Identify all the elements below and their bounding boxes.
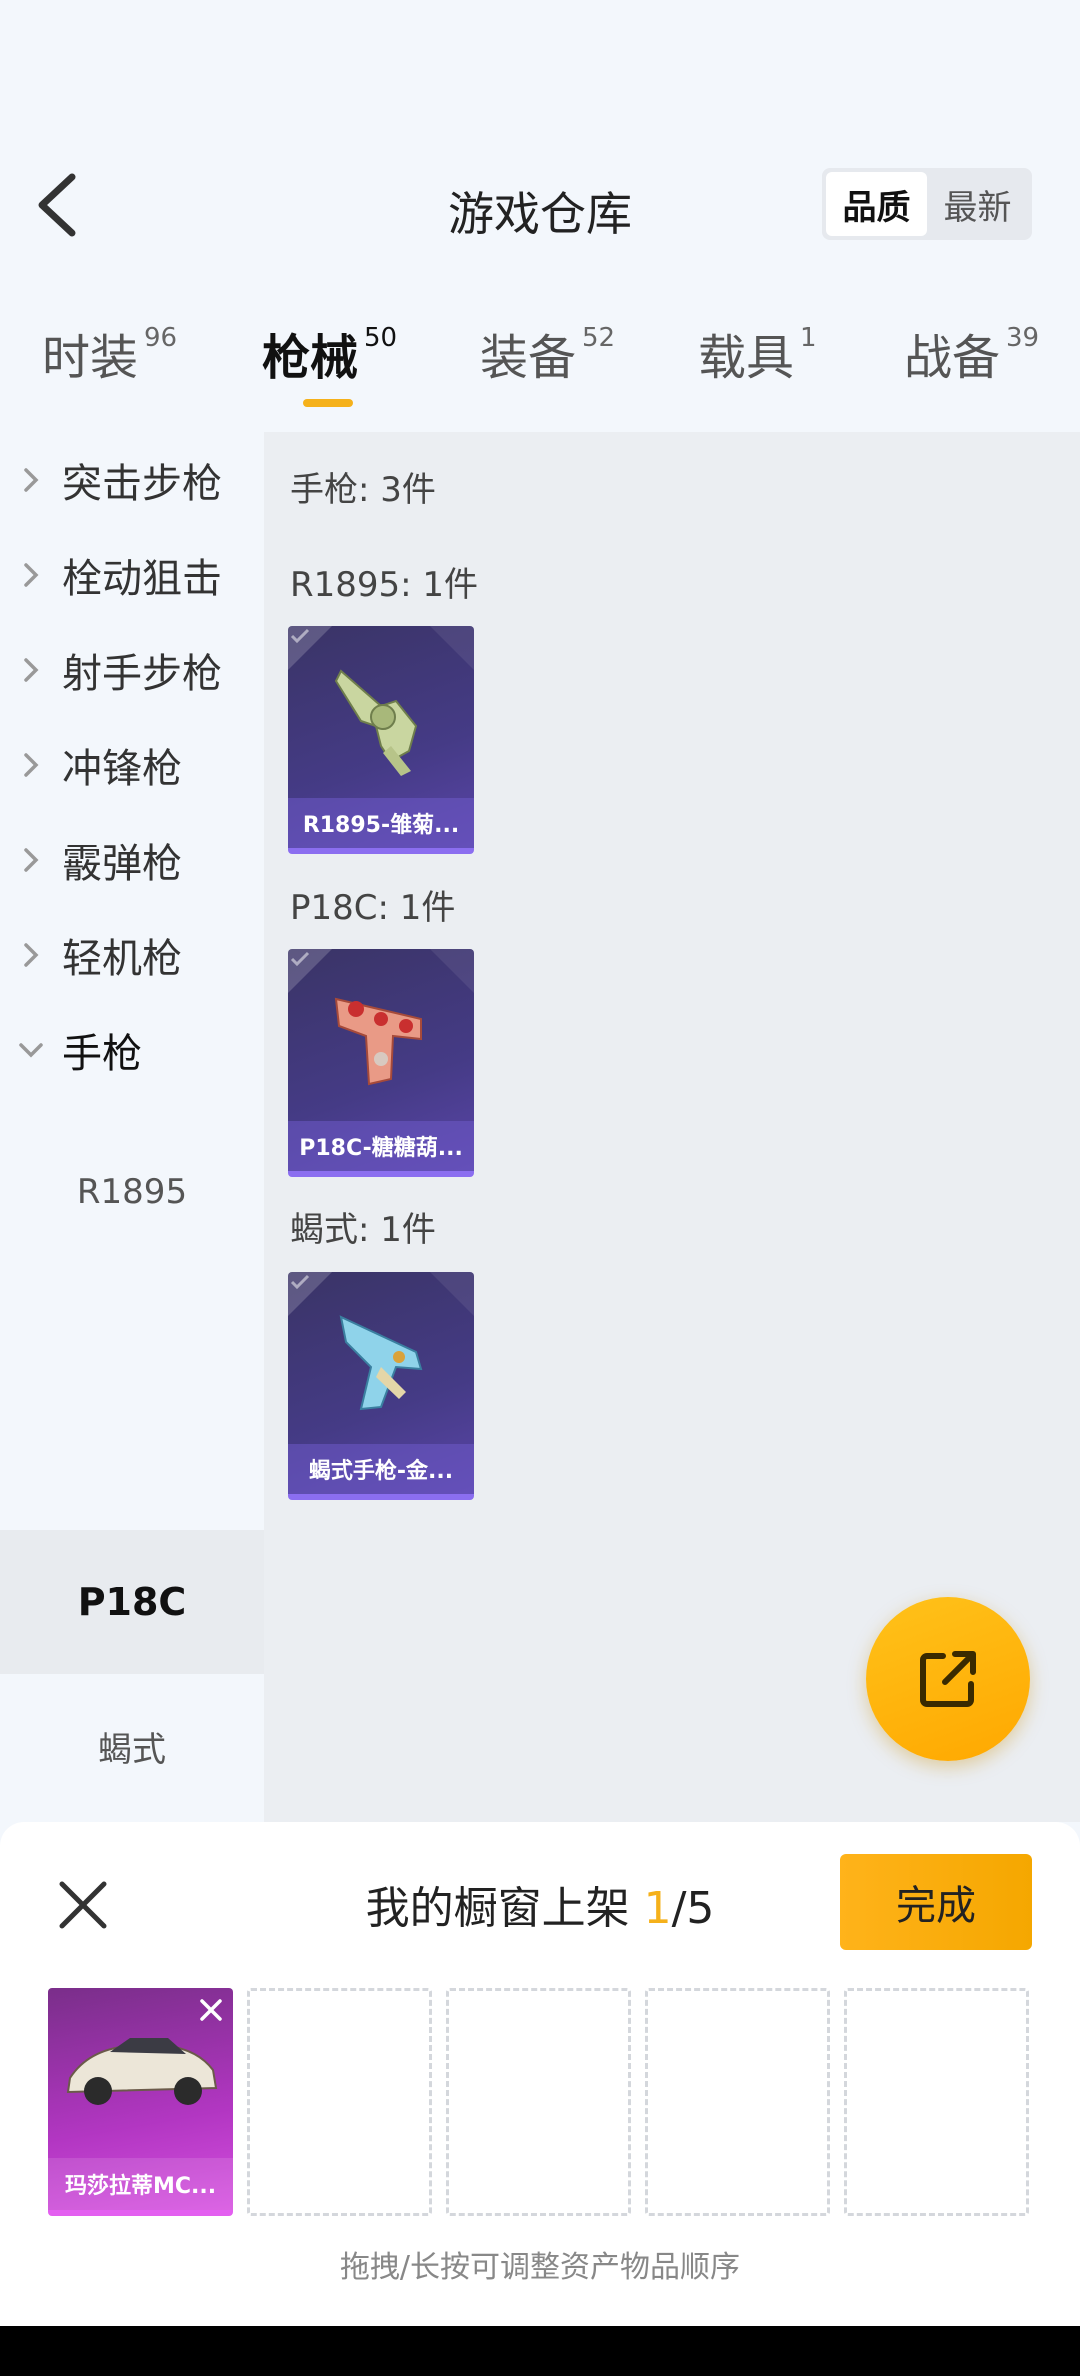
empty-slot[interactable] (844, 1988, 1029, 2216)
category-tabs: 时装 96 枪械 50 装备 52 载具 1 战备 39 (0, 318, 1080, 418)
sheet-title-text: 我的橱窗上架 (365, 1883, 644, 1934)
sheet-count-total: /5 (671, 1883, 715, 1934)
tab-label: 枪械 (262, 330, 359, 386)
showcase-sheet: 我的橱窗上架 1/5 完成 玛莎拉蒂MC... 拖拽/长按可调整资产物品顺序 (0, 1822, 1080, 2326)
chevron-right-icon (0, 846, 62, 874)
sidebar-item-pistol[interactable]: 手枪 (0, 1000, 264, 1100)
sidebar-subitem-scorpion[interactable]: 蝎式 (0, 1674, 264, 1818)
chevron-right-icon (0, 941, 62, 969)
tab-count: 52 (582, 323, 616, 353)
sidebar-subitem-p18c[interactable]: P18C (0, 1530, 264, 1674)
sidebar-item-smg[interactable]: 冲锋枪 (0, 715, 264, 815)
pistol-summary: 手枪: 3件 (290, 470, 436, 510)
tab-fashion[interactable]: 时装 96 (42, 318, 177, 418)
empty-slot[interactable] (446, 1988, 631, 2216)
empty-slot[interactable] (645, 1988, 830, 2216)
sidebar-item-label: 手枪 (62, 1031, 142, 1077)
sort-option-quality[interactable]: 品质 (826, 172, 927, 236)
close-icon (200, 1999, 222, 2021)
tab-count: 1 (800, 323, 817, 353)
item-label: R1895-雏菊... (288, 798, 474, 848)
item-card[interactable]: 蝎式手枪-金... (288, 1272, 474, 1500)
pistol-icon (334, 997, 422, 1086)
item-card[interactable]: P18C-糖糖葫... (288, 949, 474, 1177)
sidebar-item-label: 冲锋枪 (62, 746, 182, 792)
reorder-hint: 拖拽/长按可调整资产物品顺序 (339, 2250, 741, 2285)
tab-label: 时装 (42, 330, 139, 386)
header: 游戏仓库 品质 最新 (0, 0, 1080, 300)
group-title: R1895: 1件 (290, 565, 479, 605)
item-label: P18C-糖糖葫... (288, 1121, 474, 1171)
done-button[interactable]: 完成 (840, 1854, 1032, 1950)
sheet-count-current: 1 (643, 1883, 672, 1934)
share-external-icon (920, 1651, 976, 1707)
chevron-right-icon (0, 466, 62, 494)
chevron-right-icon (0, 656, 62, 684)
group-title: P18C: 1件 (290, 888, 456, 928)
chevron-left-icon (38, 173, 76, 237)
sidebar-item-label: 栓动狙击 (62, 556, 222, 602)
sort-toggle[interactable]: 品质 最新 (822, 168, 1032, 240)
tab-supplies[interactable]: 战备 39 (904, 318, 1039, 418)
back-button[interactable] (30, 165, 90, 245)
sidebar-item-label: 霰弹枪 (62, 841, 182, 887)
sidebar-item-assault-rifle[interactable]: 突击步枪 (0, 432, 264, 530)
sidebar-item-lmg[interactable]: 轻机枪 (0, 905, 264, 1005)
slot-label: 玛莎拉蒂MC... (48, 2158, 233, 2210)
sidebar-item-bolt-sniper[interactable]: 栓动狙击 (0, 525, 264, 625)
sidebar-item-shotgun[interactable]: 霰弹枪 (0, 810, 264, 910)
group-title: 蝎式: 1件 (290, 1210, 436, 1250)
tab-count: 39 (1006, 323, 1040, 353)
tab-label: 战备 (904, 330, 1001, 386)
showcase-slot[interactable]: 玛莎拉蒂MC... (48, 1988, 233, 2216)
sidebar-item-label: 射手步枪 (62, 651, 222, 697)
share-button[interactable] (866, 1597, 1030, 1761)
machine-pistol-icon (339, 1315, 423, 1411)
showcase-slots: 玛莎拉蒂MC... (48, 1988, 1032, 2216)
tab-count: 96 (144, 323, 178, 353)
sidebar-item-label: 突击步枪 (62, 461, 222, 507)
chevron-right-icon (0, 561, 62, 589)
sidebar-subitem-r1895[interactable]: R1895 (0, 1120, 264, 1264)
active-tab-indicator (303, 399, 353, 407)
tab-label: 载具 (698, 330, 795, 386)
item-card[interactable]: R1895-雏菊... (288, 626, 474, 854)
empty-slot[interactable] (247, 1988, 432, 2216)
revolver-icon (334, 669, 418, 776)
chevron-down-icon (0, 1040, 62, 1060)
sidebar-item-label: 轻机枪 (62, 936, 182, 982)
sidebar-item-marksman-rifle[interactable]: 射手步枪 (0, 620, 264, 720)
category-sidebar: 突击步枪 栓动狙击 射手步枪 冲锋枪 霰弹枪 轻机枪 手枪 R1895 P18C… (0, 432, 264, 1822)
item-label: 蝎式手枪-金... (288, 1444, 474, 1494)
tab-label: 装备 (480, 330, 577, 386)
remove-slot-button[interactable] (193, 1992, 229, 2028)
tab-equipment[interactable]: 装备 52 (480, 318, 615, 418)
tab-count: 50 (364, 323, 398, 353)
chevron-right-icon (0, 751, 62, 779)
sort-option-newest[interactable]: 最新 (927, 172, 1028, 236)
system-nav-bar (0, 2326, 1080, 2376)
tab-vehicles[interactable]: 载具 1 (698, 318, 817, 418)
